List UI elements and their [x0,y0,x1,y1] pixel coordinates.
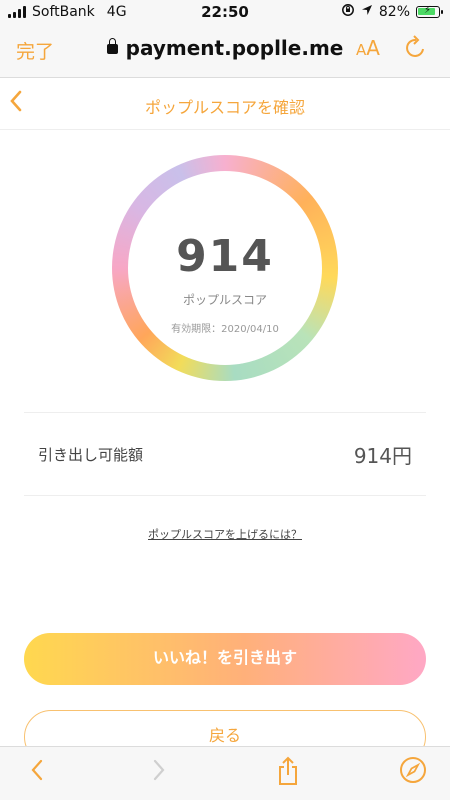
battery-charging-icon: ⚡ [416,5,443,18]
page-title: ポップルスコアを確認 [144,98,305,117]
compass-icon[interactable] [398,755,428,792]
divider [24,412,426,413]
status-bar: SoftBank 4G 22:50 82% ⚡ [0,0,450,24]
raise-score-link[interactable]: ポップルスコアを上げるには？ [148,528,302,541]
browser-address-bar: 完了 payment.popl​le.me AA [0,24,450,78]
score-ring-inner: 914 ポップルスコア 有効期限：2020/04/10 [128,171,322,365]
share-icon[interactable] [275,755,301,794]
url-text: payment.popl​le.me [125,36,344,60]
withdrawable-label: 引き出し可能額 [38,446,144,464]
status-bar-right: 82% ⚡ [341,3,443,21]
score-ring: 914 ポップルスコア 有効期限：2020/04/10 [112,155,338,381]
withdrawable-value: 914円 [353,444,412,468]
raise-score-link-wrapper: ポップルスコアを上げるには？ [0,526,450,542]
text-size-large-a: A [366,36,380,60]
score-value: 914 [176,231,274,282]
battery-percent: 82% [378,4,410,20]
withdraw-button[interactable]: いいね！を引き出す [24,633,426,685]
forward-arrow-icon[interactable] [150,755,168,792]
lock-icon [106,38,118,54]
divider [24,495,426,496]
score-expiry: 有効期限：2020/04/10 [171,324,279,335]
browser-toolbar [0,746,450,800]
url-field[interactable]: payment.popl​le.me [0,36,450,60]
orientation-lock-icon [341,3,355,21]
page-header: ポップルスコアを確認 [0,78,450,130]
text-size-button[interactable]: AA [356,36,380,60]
back-arrow-icon[interactable] [28,755,46,792]
text-size-small-a: A [356,41,367,59]
score-label: ポップルスコア [182,293,267,307]
reload-icon[interactable] [404,34,428,66]
location-icon [361,4,373,20]
